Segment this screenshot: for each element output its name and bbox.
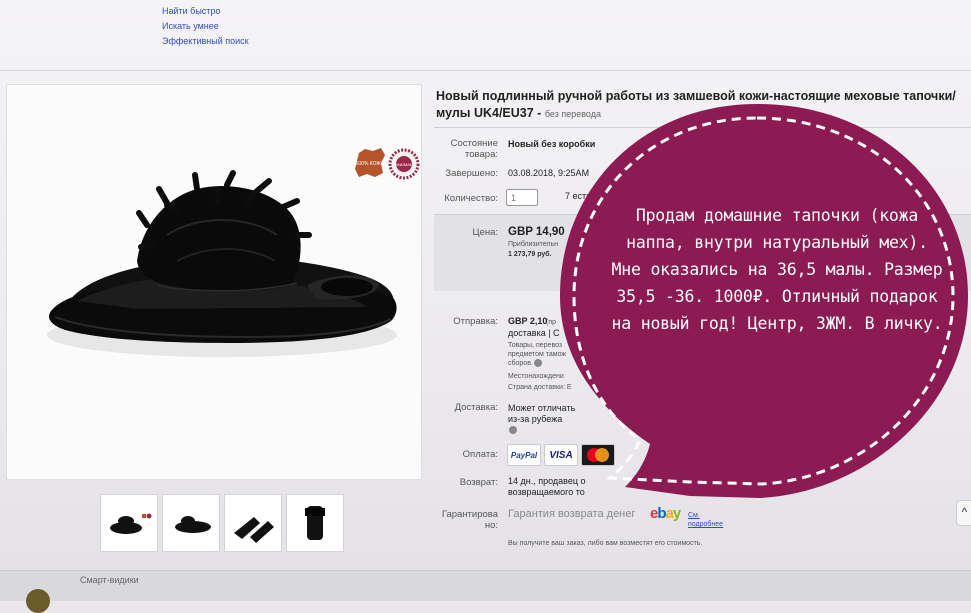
browser-screen: Найти быстро Искать умнее Эффективный по… bbox=[0, 0, 971, 613]
overlay-text: Продам домашние тапочки (кожа наппа, вну… bbox=[611, 206, 943, 333]
